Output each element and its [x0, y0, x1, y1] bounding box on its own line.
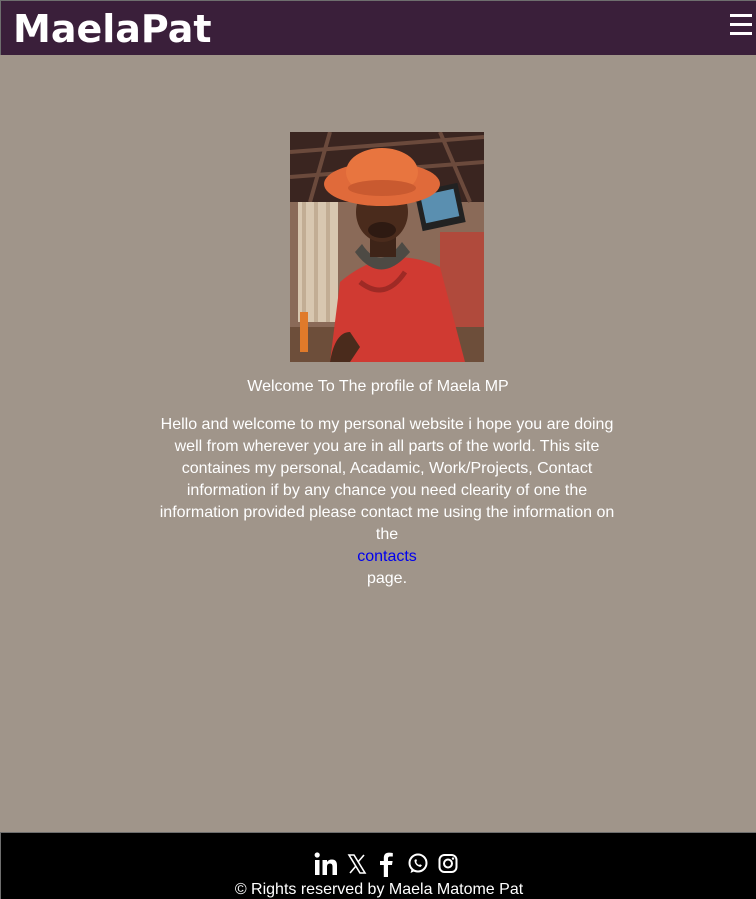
- intro-text: Hello and welcome to my personal website…: [159, 416, 615, 543]
- site-header: MaelaPat: [0, 0, 756, 55]
- intro-paragraph: Hello and welcome to my personal website…: [153, 414, 621, 590]
- menu-bar: [730, 14, 752, 17]
- page: MaelaPat Welcome To The profile of Maela…: [0, 0, 756, 899]
- x-twitter-icon[interactable]: [347, 851, 367, 877]
- menu-bar: [730, 32, 752, 35]
- site-brand[interactable]: MaelaPat: [13, 6, 212, 52]
- hamburger-menu-icon[interactable]: [730, 11, 752, 37]
- whatsapp-icon[interactable]: [407, 851, 429, 877]
- site-footer: © Rights reserved by Maela Matome Pat: [0, 832, 756, 899]
- instagram-icon[interactable]: [437, 851, 459, 877]
- social-links: [313, 851, 463, 877]
- main-content: Welcome To The profile of Maela MP Hello…: [0, 55, 756, 832]
- welcome-heading: Welcome To The profile of Maela MP: [247, 378, 509, 395]
- intro-suffix: page.: [366, 570, 408, 587]
- profile-photo-image: [290, 132, 484, 362]
- profile-photo: [290, 132, 484, 362]
- copyright-text: © Rights reserved by Maela Matome Pat: [234, 881, 524, 898]
- contacts-link[interactable]: contacts: [153, 546, 621, 568]
- facebook-icon[interactable]: [377, 851, 395, 877]
- linkedin-icon[interactable]: [313, 851, 339, 877]
- menu-bar: [730, 23, 752, 26]
